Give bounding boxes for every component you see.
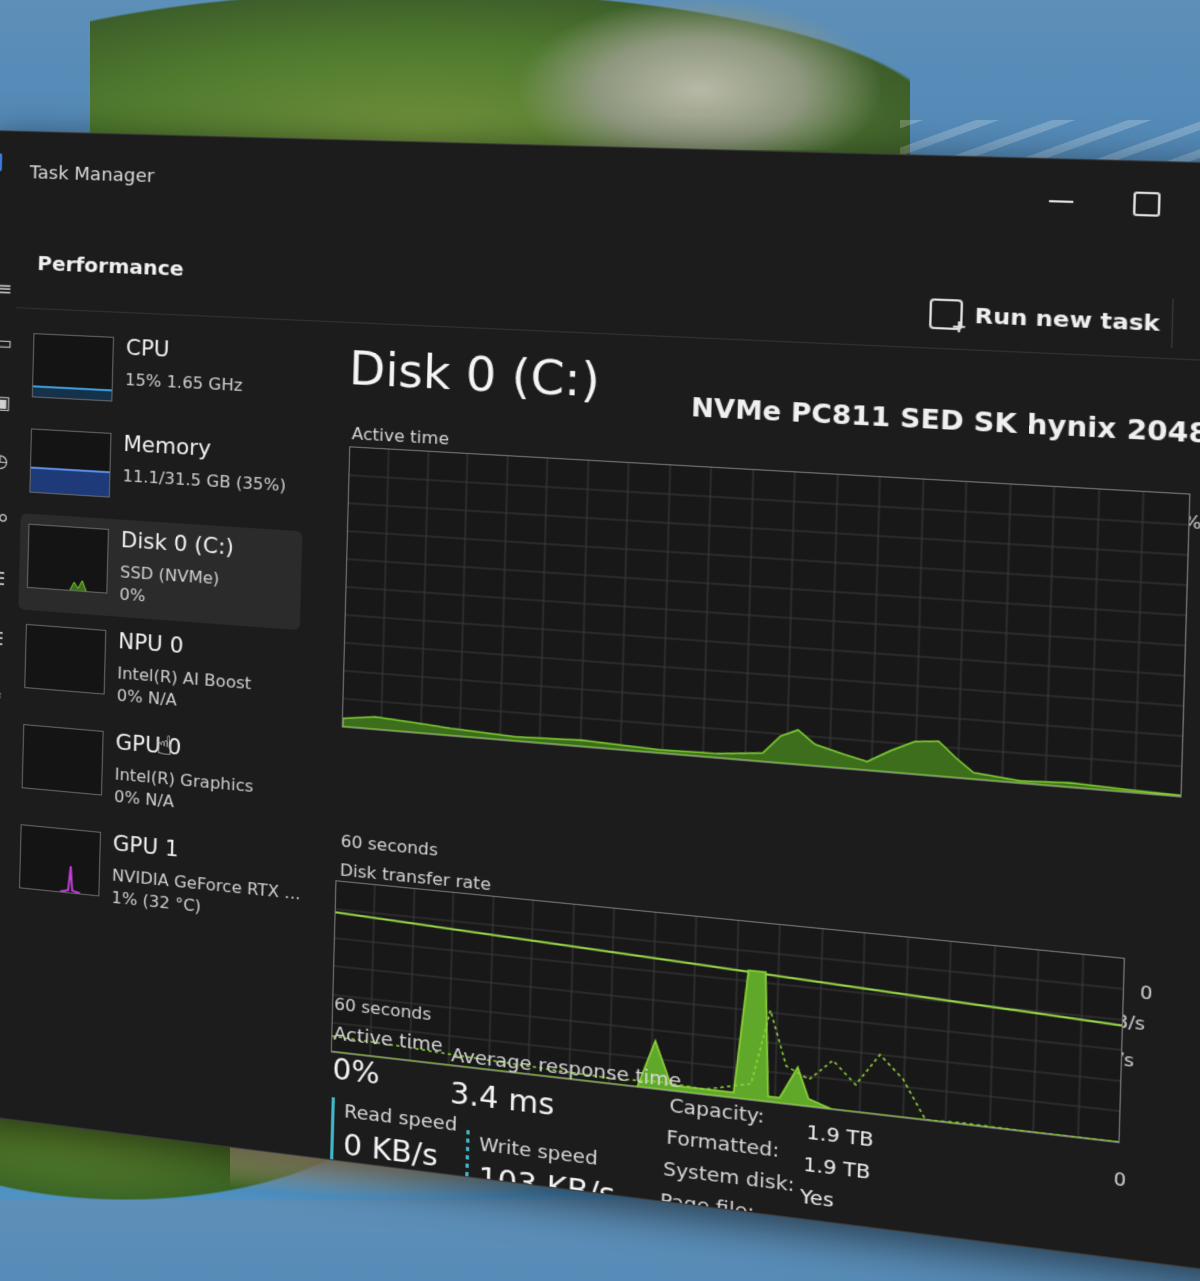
window-title: Task Manager <box>29 162 154 187</box>
disk-title: Disk 0 (C:) <box>348 343 600 409</box>
task-manager-app-icon <box>0 153 2 171</box>
nav-processes-icon[interactable]: ≡ <box>0 279 15 300</box>
memory-thumbnail-svg <box>30 429 110 496</box>
nav-startup-icon[interactable]: ◷ <box>0 451 10 472</box>
info-value-formatted: 1.9 TB <box>803 1153 871 1184</box>
info-value-page-file: Yes <box>796 1218 830 1245</box>
minimize-button[interactable] <box>1033 179 1090 225</box>
info-value-capacity: 1.9 TB <box>806 1121 874 1152</box>
nav-efficiency-icon[interactable]: ⚙ <box>0 686 4 708</box>
info-key-system-disk: System disk: <box>663 1158 795 1197</box>
sidebar-item-name: GPU 1 <box>113 831 179 862</box>
disk-model: NVMe PC811 SED SK hynix 2048GB <box>691 393 1200 452</box>
memory-thumbnail-graph <box>29 428 111 497</box>
sidebar-item-cpu[interactable]: CPU 15% 1.65 GHz <box>23 323 307 435</box>
nav-services-icon[interactable]: ☰ <box>0 629 6 651</box>
disk-thumbnail-graph <box>27 524 109 594</box>
cpu-thumbnail-svg <box>33 334 113 400</box>
nav-performance-icon[interactable]: ▣ <box>0 393 12 414</box>
run-new-task-button[interactable]: Run new task <box>929 298 1160 338</box>
gpu-1-thumbnail-svg <box>20 825 100 895</box>
gpu-1-thumbnail-graph <box>19 824 101 896</box>
active-time-min-label: 0 <box>1140 982 1153 1004</box>
run-task-icon <box>929 298 963 330</box>
header-separator <box>1171 299 1174 348</box>
wallpaper-rock <box>520 0 880 150</box>
nav-details-icon[interactable]: ☷ <box>0 569 7 590</box>
maximize-icon <box>1133 191 1161 216</box>
minimize-icon <box>1049 200 1073 203</box>
mouse-cursor-icon: ☝ <box>156 730 173 762</box>
sidebar-item-npu-0[interactable]: NPU 0 Intel(R) AI Boost 0% N/A <box>16 613 300 733</box>
task-manager-window: Task Manager ✕ ≡ ▭ ▣ ◷ ☍ ☷ ☰ ⚙ ⚙ Perform… <box>0 130 1200 1280</box>
active-time-stat-value: 0% <box>332 1052 380 1092</box>
sidebar-item-name: NPU 0 <box>118 629 184 658</box>
sidebar-item-name: Memory <box>123 432 211 461</box>
sidebar-item-usage: 0% <box>119 584 145 605</box>
cpu-thumbnail-graph <box>32 333 114 401</box>
read-speed-indicator <box>330 1097 335 1161</box>
sidebar-item-disk-0[interactable]: Disk 0 (C:) SSD (NVMe) 0% <box>18 513 302 630</box>
sidebar-item-gpu-1[interactable]: GPU 1 NVIDIA GeForce RTX ... 1% (32 °C) <box>10 813 294 938</box>
transfer-min-label: 0 <box>1113 1168 1126 1191</box>
avg-response-value: 3.4 ms <box>450 1076 555 1123</box>
disk-thumbnail-svg <box>28 525 108 593</box>
active-time-graph <box>342 446 1191 797</box>
maximize-button[interactable] <box>1118 181 1176 227</box>
nav-users-icon[interactable]: ☍ <box>0 511 9 532</box>
info-key-page-file: Page file: <box>660 1190 755 1224</box>
sidebar-item-name: Disk 0 (C:) <box>121 528 235 560</box>
disk-detail-panel: Disk 0 (C:) NVMe PC811 SED SK hynix 2048… <box>318 332 1200 1249</box>
npu-thumbnail-graph <box>24 624 106 695</box>
sidebar-item-subtitle: SSD (NVMe) <box>120 562 220 588</box>
info-key-type: Type: <box>657 1221 711 1250</box>
active-time-grid <box>343 447 1189 796</box>
sidebar-item-usage: 0% N/A <box>117 686 178 710</box>
active-time-graph-svg <box>343 447 1189 796</box>
run-new-task-label: Run new task <box>974 302 1160 336</box>
info-value-type: SSD (NVMe) <box>793 1250 921 1281</box>
info-value-system-disk: Yes <box>800 1186 834 1213</box>
nav-app-history-icon[interactable]: ▭ <box>0 333 14 354</box>
performance-device-list: CPU 15% 1.65 GHz Memory 11.1/31.5 GB (35… <box>10 313 313 964</box>
page-title: Performance <box>37 251 184 281</box>
active-time-duration-label: 60 seconds <box>340 831 438 860</box>
sidebar-item-name: CPU <box>126 335 170 361</box>
sidebar-item-subtitle: 15% 1.65 GHz <box>125 370 243 395</box>
gpu-0-thumbnail-graph <box>22 724 104 795</box>
info-key-formatted: Formatted: <box>666 1126 780 1162</box>
sidebar-item-usage: 0% N/A <box>114 787 175 812</box>
active-time-graph-label: Active time <box>351 424 449 449</box>
sidebar-item-subtitle: 11.1/31.5 GB (35%) <box>122 466 286 495</box>
